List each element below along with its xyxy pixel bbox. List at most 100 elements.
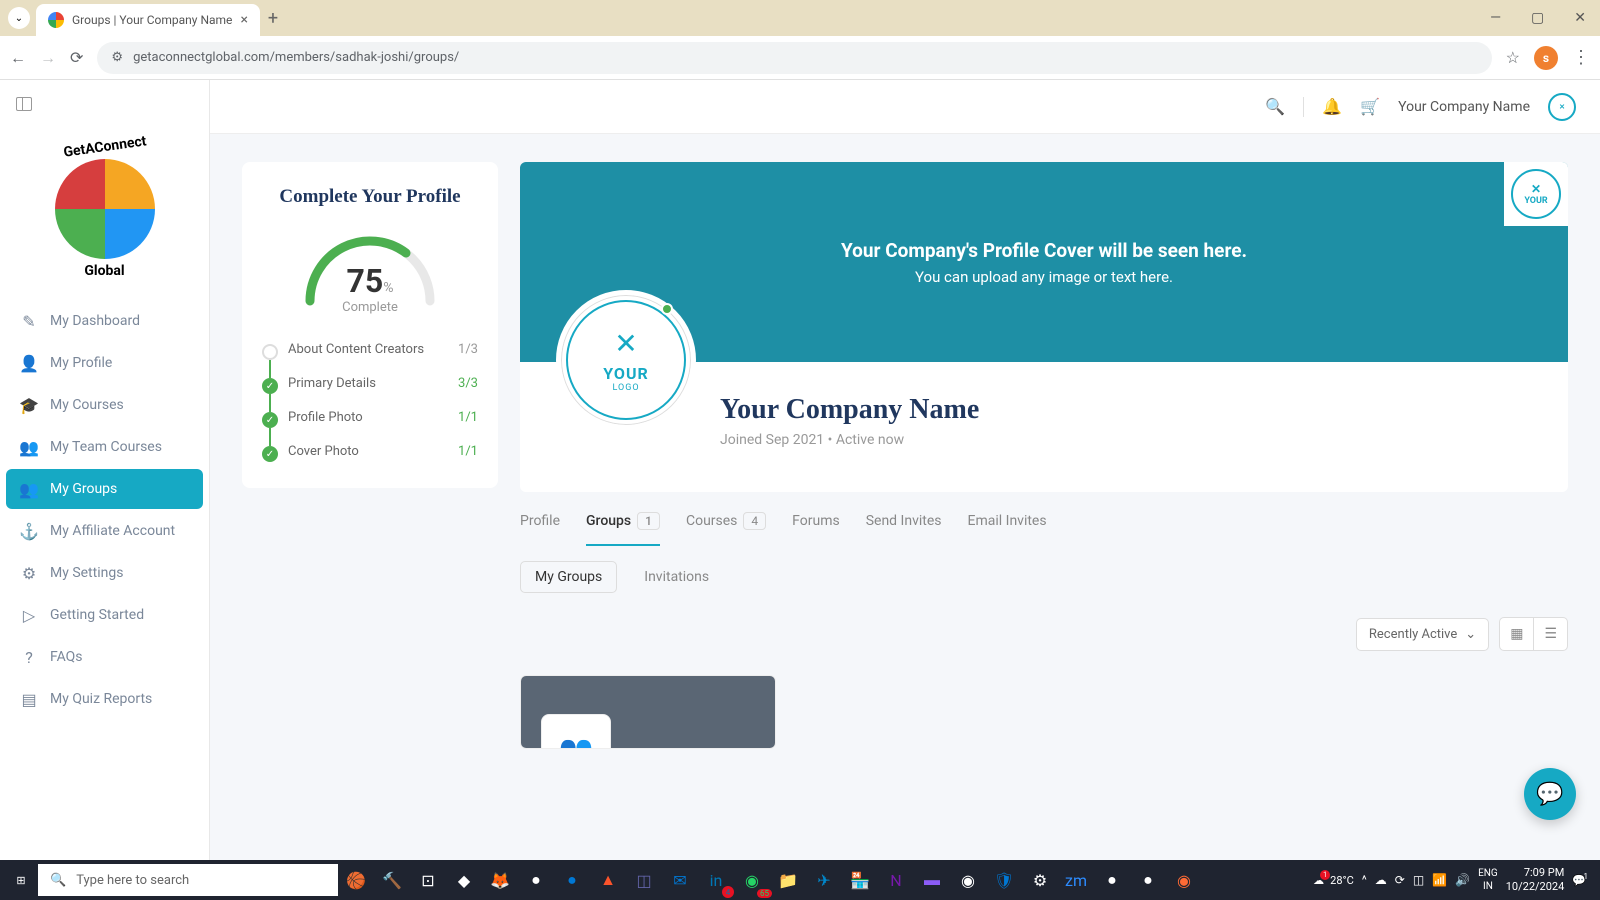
zoom-icon[interactable]: zm [1060, 864, 1092, 896]
tab-send-invites[interactable]: Send Invites [866, 512, 942, 546]
volume-icon[interactable]: 🔊 [1455, 873, 1470, 887]
wifi-icon[interactable]: 📶 [1432, 873, 1447, 887]
teams-icon[interactable]: ◫ [628, 864, 660, 896]
sidebar-toggle[interactable] [0, 88, 209, 123]
minimize-button[interactable]: — [1484, 8, 1507, 28]
windows-taskbar: ⊞ 🔍 Type here to search 🏀 🔨 ⊡ ◆ 🦊 ● ● ▲ … [0, 860, 1600, 900]
store-icon[interactable]: 🏪 [844, 864, 876, 896]
network-icon[interactable]: ◫ [1413, 873, 1424, 887]
check-done-icon: ✓ [262, 446, 278, 462]
list-view-button[interactable]: ☰ [1534, 618, 1567, 650]
chrome-icon[interactable]: ● [520, 864, 552, 896]
sort-dropdown[interactable]: Recently Active ⌄ [1356, 618, 1489, 651]
sidebar-item-courses[interactable]: 🎓My Courses [6, 385, 203, 425]
checklist-item-cover[interactable]: ✓ Cover Photo 1/1 [262, 436, 478, 470]
checklist-item-photo[interactable]: ✓ Profile Photo 1/1 [262, 402, 478, 436]
onedrive-icon[interactable]: ☁ [1375, 873, 1387, 887]
chrome-2-icon[interactable]: ● [1096, 864, 1128, 896]
view-toggle: ▦ ☰ [1499, 617, 1568, 651]
sidebar-item-dashboard[interactable]: ✎My Dashboard [6, 301, 203, 341]
grid-view-button[interactable]: ▦ [1500, 618, 1534, 650]
sidebar-item-affiliate[interactable]: ⚓My Affiliate Account [6, 511, 203, 551]
reload-button[interactable]: ⟳ [70, 48, 83, 67]
topbar-company-name[interactable]: Your Company Name [1398, 99, 1530, 115]
browser-tab[interactable]: Groups | Your Company Name × [36, 4, 260, 36]
start-button[interactable]: ⊞ [6, 865, 36, 895]
profile-icon: 👤 [20, 354, 38, 372]
team-icon: 👥 [20, 438, 38, 456]
tab-courses[interactable]: Courses4 [686, 512, 766, 546]
gear-icon: ⚙ [20, 564, 38, 582]
browser-menu-icon[interactable]: ⋮ [1572, 47, 1590, 68]
courses-icon: 🎓 [20, 396, 38, 414]
edge-icon[interactable]: ● [556, 864, 588, 896]
group-card[interactable]: 👥 [520, 675, 776, 749]
site-info-icon[interactable]: ⚙ [111, 50, 123, 65]
gauge-percent: 75 [347, 262, 384, 300]
notifications-icon[interactable]: 💬1 [1572, 874, 1586, 887]
bell-icon[interactable]: 🔔 [1322, 97, 1342, 117]
firefox-icon[interactable]: 🦊 [484, 864, 516, 896]
gauge-percent-sym: % [383, 280, 393, 296]
tab-forums[interactable]: Forums [792, 512, 840, 546]
search-icon[interactable]: 🔍 [1265, 97, 1285, 117]
tab-email-invites[interactable]: Email Invites [968, 512, 1047, 546]
language-indicator[interactable]: ENG IN [1478, 867, 1498, 893]
forward-button[interactable]: → [40, 48, 56, 68]
sidebar: GetAConnect Global ✎My Dashboard 👤My Pro… [0, 80, 210, 860]
tab-search-dropdown[interactable]: ⌄ [8, 7, 30, 29]
sidebar-item-quiz-reports[interactable]: ▤My Quiz Reports [6, 679, 203, 719]
sidebar-item-team-courses[interactable]: 👥My Team Courses [6, 427, 203, 467]
close-window-button[interactable]: ✕ [1568, 8, 1592, 28]
sidebar-item-faqs[interactable]: ?FAQs [6, 637, 203, 677]
telegram-icon[interactable]: ✈ [808, 864, 840, 896]
tab-profile[interactable]: Profile [520, 512, 560, 546]
new-tab-button[interactable]: + [268, 8, 278, 29]
hammer-icon[interactable]: 🔨 [376, 864, 408, 896]
chrome-3-icon[interactable]: ● [1132, 864, 1164, 896]
settings-icon[interactable]: ⚙ [1024, 864, 1056, 896]
onenote-icon[interactable]: N [880, 864, 912, 896]
url-bar[interactable]: ⚙ getaconnectglobal.com/members/sadhak-j… [97, 42, 1491, 74]
basketball-icon[interactable]: 🏀 [340, 864, 372, 896]
cart-icon[interactable]: 🛒 [1360, 97, 1380, 117]
weather-widget[interactable]: ☁1 28°C [1313, 874, 1354, 887]
bookmark-icon[interactable]: ☆ [1506, 48, 1520, 67]
linkedin-icon[interactable]: in4 [700, 864, 732, 896]
tab-favicon [48, 12, 64, 28]
browser-profile-icon[interactable]: s [1534, 46, 1558, 70]
close-tab-icon[interactable]: × [240, 12, 247, 28]
clock[interactable]: 7:09 PM 10/22/2024 [1506, 866, 1565, 895]
app-icon[interactable]: ◉ [1168, 864, 1200, 896]
topbar: 🔍 🔔 🛒 Your Company Name ✕ [210, 80, 1600, 134]
explorer-icon[interactable]: 📁 [772, 864, 804, 896]
subtab-my-groups[interactable]: My Groups [520, 561, 617, 593]
security-icon[interactable]: 🛡 [988, 864, 1020, 896]
sidebar-item-profile[interactable]: 👤My Profile [6, 343, 203, 383]
whatsapp-icon[interactable]: ◉65 [736, 864, 768, 896]
main-area: 🔍 🔔 🛒 Your Company Name ✕ Complete Your … [210, 80, 1600, 860]
outlook-icon[interactable]: ✉ [664, 864, 696, 896]
back-button[interactable]: ← [10, 48, 26, 68]
tray-chevron-icon[interactable]: ^ [1362, 873, 1367, 887]
sidebar-item-groups[interactable]: 👥My Groups [6, 469, 203, 509]
profile-name: Your Company Name [720, 362, 1536, 426]
skype-icon[interactable]: ◉ [952, 864, 984, 896]
task-view-icon[interactable]: ⊡ [412, 864, 444, 896]
subtab-invitations[interactable]: Invitations [629, 561, 724, 593]
taskbar-search[interactable]: 🔍 Type here to search [38, 864, 338, 896]
maximize-button[interactable]: ▢ [1525, 8, 1550, 28]
profile-avatar[interactable]: ✕ YOUR LOGO [556, 290, 696, 430]
sidebar-item-getting-started[interactable]: ▷Getting Started [6, 595, 203, 635]
brave-icon[interactable]: ▲ [592, 864, 624, 896]
checklist-item-primary[interactable]: ✓ Primary Details 3/3 [262, 368, 478, 402]
topbar-avatar[interactable]: ✕ [1548, 93, 1576, 121]
checklist-item-about[interactable]: About Content Creators 1/3 [262, 334, 478, 368]
clipchamp-icon[interactable]: ▬ [916, 864, 948, 896]
sidebar-item-settings[interactable]: ⚙My Settings [6, 553, 203, 593]
copilot-icon[interactable]: ◆ [448, 864, 480, 896]
brand-logo[interactable]: GetAConnect Global [0, 123, 209, 295]
chat-bubble-button[interactable]: 💬 [1524, 768, 1576, 820]
tab-groups[interactable]: Groups1 [586, 512, 660, 546]
sync-icon[interactable]: ⟳ [1395, 873, 1405, 887]
